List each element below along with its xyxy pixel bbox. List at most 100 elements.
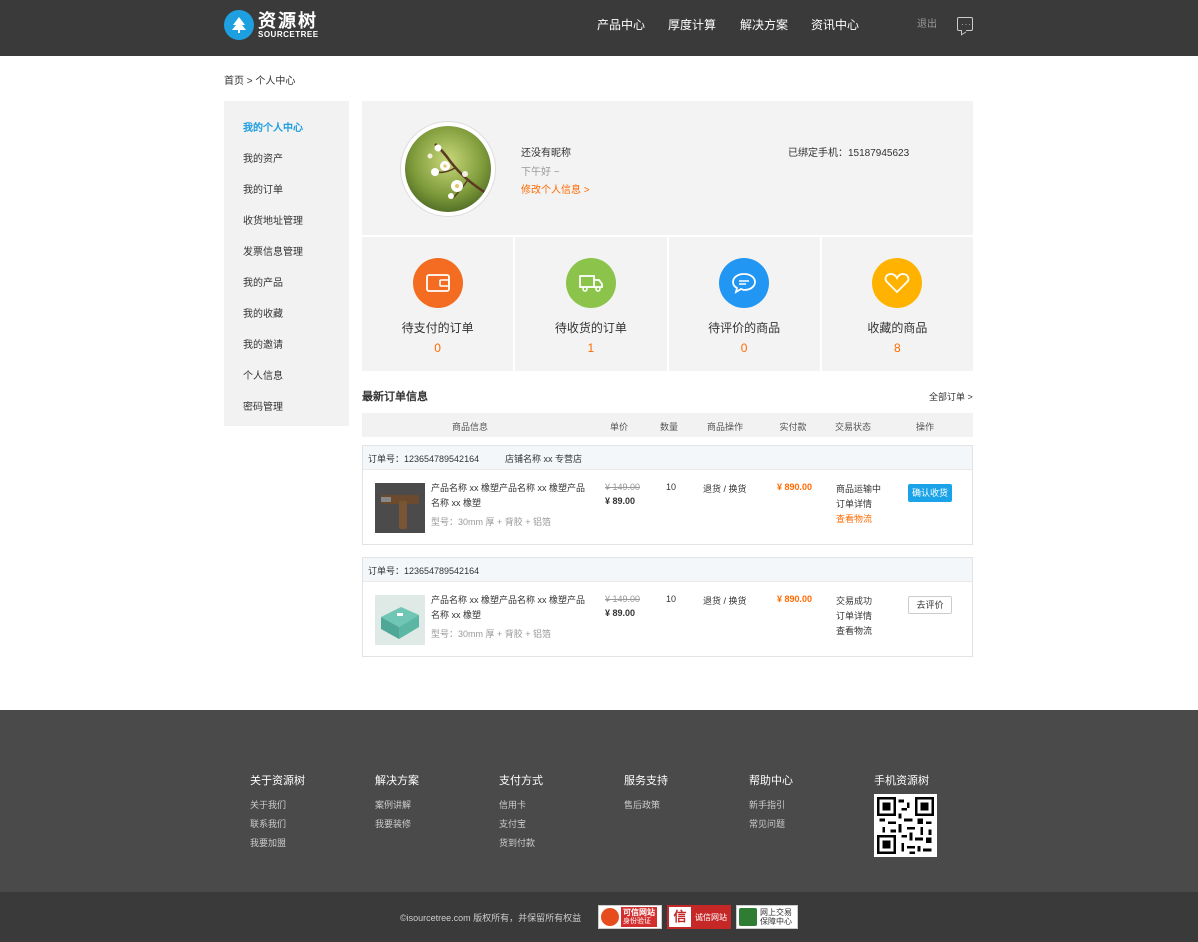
footer-link[interactable]: 案例讲解 — [375, 796, 419, 815]
confirm-receipt-button[interactable]: 确认收货 — [908, 484, 952, 502]
track-logistics-link[interactable]: 查看物流 — [836, 624, 872, 639]
profile-card: 还没有昵称 下午好 ~ 修改个人信息 > 已绑定手机：15187945623 — [362, 101, 973, 235]
order-status: 商品运输中 订单详情 查看物流 — [836, 482, 881, 527]
col-quantity: 数量 — [659, 422, 679, 432]
footer-link[interactable]: 支付宝 — [499, 815, 543, 834]
footer-link[interactable]: 我要加盟 — [250, 834, 305, 853]
stat-value: 8 — [894, 341, 901, 355]
col-paid: 实付款 — [779, 422, 807, 432]
order-stats: 待支付的订单 0 待收货的订单 1 待评价的商品 0 收藏的商品 8 — [362, 237, 973, 371]
footer-link[interactable]: 货到付款 — [499, 834, 543, 853]
trusted-site-logo-icon — [601, 908, 619, 926]
col-action: 操作 — [915, 422, 935, 432]
nav-solutions[interactable]: 解决方案 — [740, 0, 788, 56]
sidebar-item-invites[interactable]: 我的邀请 — [243, 336, 283, 351]
footer-link[interactable]: 我要装修 — [375, 815, 419, 834]
return-exchange-link[interactable]: 退货 / 换货 — [703, 482, 747, 495]
footer-col-title: 支付方式 — [499, 775, 543, 787]
trade-protection-badge[interactable]: 网上交易 保障中心 — [736, 905, 798, 929]
quantity: 10 — [666, 482, 677, 492]
message-icon[interactable]: ··· — [957, 17, 973, 31]
logout-link[interactable]: 退出 — [917, 0, 937, 50]
sidebar-item-address[interactable]: 收货地址管理 — [243, 212, 303, 227]
stat-value: 0 — [740, 341, 748, 355]
return-exchange-link[interactable]: 退货 / 换货 — [703, 594, 747, 607]
footer-col-title: 关于资源树 — [250, 775, 305, 787]
breadcrumb: 首页 > 个人中心 — [224, 76, 296, 87]
shop-name[interactable]: 店铺名称 xx 专营店 — [505, 452, 582, 465]
footer-link[interactable]: 联系我们 — [250, 815, 305, 834]
nickname: 还没有昵称 — [521, 148, 571, 159]
sidebar-item-password[interactable]: 密码管理 — [243, 398, 283, 413]
quantity: 10 — [666, 594, 677, 604]
footer-col-title: 帮助中心 — [749, 775, 793, 787]
footer-col-service: 服务支持 售后政策 — [624, 772, 668, 815]
badge-main: 诚信网站 — [695, 912, 727, 922]
review-button[interactable]: 去评价 — [908, 596, 952, 614]
bound-phone: 已绑定手机：15187945623 — [788, 148, 910, 159]
unit-price: ¥ 89.00 — [605, 608, 636, 618]
heart-icon — [872, 258, 923, 308]
copyright: ©isourcetree.com 版权所有，并保留所有权益 — [400, 913, 582, 923]
order-card: 订单号：123654789542164 店铺名称 xx 专营店 产品名称 xx … — [362, 445, 973, 545]
order-header: 订单号：123654789542164 店铺名称 xx 专营店 — [363, 446, 972, 470]
footer-col-about: 关于资源树 关于我们 联系我们 我要加盟 — [250, 772, 305, 853]
sidebar-item-invoice[interactable]: 发票信息管理 — [243, 243, 303, 258]
stat-label: 待收货的订单 — [554, 321, 627, 335]
all-orders-link[interactable]: 全部订单 > — [929, 390, 973, 403]
sidebar-item-assets[interactable]: 我的资产 — [243, 150, 283, 165]
sidebar-item-orders[interactable]: 我的订单 — [243, 181, 283, 196]
nav-thickness-calc[interactable]: 厚度计算 — [668, 0, 716, 56]
sidebar-item-personal-info[interactable]: 个人信息 — [243, 367, 283, 382]
col-unit-price: 单价 — [609, 422, 629, 432]
badge-sub: 身份验证 — [623, 918, 651, 925]
order-detail-link[interactable]: 订单详情 — [836, 609, 872, 624]
order-number: 订单号：123654789542164 — [368, 454, 480, 464]
integrity-site-badge[interactable]: 信 诚信网站 — [667, 905, 731, 929]
orders-table-header: 商品信息 单价 数量 商品操作 实付款 交易状态 操作 — [362, 413, 973, 437]
paid-amount: ¥ 890.00 — [777, 482, 813, 492]
col-status: 交易状态 — [834, 422, 872, 432]
sidebar-item-favorites[interactable]: 我的收藏 — [243, 305, 283, 320]
logo-cn-text: 资源树 — [258, 10, 318, 31]
nav-product-center[interactable]: 产品中心 — [597, 0, 645, 56]
footer-link[interactable]: 常见问题 — [749, 815, 793, 834]
footer-col-title: 解决方案 — [375, 775, 419, 787]
stat-pending-payment[interactable]: 待支付的订单 0 — [362, 237, 514, 371]
trade-protection-logo-icon — [739, 908, 757, 926]
stat-label: 待评价的商品 — [708, 321, 781, 335]
status-text: 商品运输中 — [836, 484, 882, 494]
footer-link[interactable]: 售后政策 — [624, 796, 668, 815]
original-price: ¥ 149.00 — [605, 594, 641, 604]
stat-pending-review[interactable]: 待评价的商品 0 — [668, 237, 820, 371]
greeting: 下午好 ~ — [521, 167, 560, 178]
product-name[interactable]: 产品名称 xx 橡塑产品名称 xx 橡塑产品名称 xx 橡塑 — [431, 593, 586, 623]
order-card: 订单号：123654789542164 产品名称 xx 橡塑产品名称 xx 橡塑… — [362, 557, 973, 657]
order-detail-link[interactable]: 订单详情 — [836, 497, 881, 512]
badge-main: 网上交易 — [760, 908, 792, 917]
trusted-site-badge[interactable]: 可信网站 身份验证 — [598, 905, 662, 929]
footer-link[interactable]: 关于我们 — [250, 796, 305, 815]
product-thumbnail[interactable] — [375, 483, 425, 533]
avatar[interactable] — [400, 121, 496, 217]
track-logistics-link[interactable]: 查看物流 — [836, 512, 881, 527]
sidebar-item-my-center[interactable]: 我的个人中心 — [243, 119, 303, 134]
sidebar-item-products[interactable]: 我的产品 — [243, 274, 283, 289]
nav-news-center[interactable]: 资讯中心 — [811, 0, 859, 56]
footer-col-title: 服务支持 — [624, 775, 668, 787]
footer-link[interactable]: 新手指引 — [749, 796, 793, 815]
stat-pending-delivery[interactable]: 待收货的订单 1 — [515, 237, 667, 371]
qr-code-icon — [874, 794, 937, 857]
site-logo[interactable]: 资源树 SOURCETREE — [224, 10, 319, 40]
product-spec: 型号：30mm 厚 + 背胶 + 铝箔 — [431, 629, 552, 639]
stat-favorites[interactable]: 收藏的商品 8 — [821, 237, 973, 371]
product-thumbnail[interactable] — [375, 595, 425, 645]
top-header: 资源树 SOURCETREE 产品中心 厚度计算 解决方案 资讯中心 退出 ··… — [0, 0, 1198, 56]
stat-label: 收藏的商品 — [867, 321, 928, 335]
logo-en-text: SOURCETREE — [258, 29, 319, 39]
product-name[interactable]: 产品名称 xx 橡塑产品名称 xx 橡塑产品名称 xx 橡塑 — [431, 481, 586, 511]
status-text: 交易成功 — [836, 596, 873, 606]
original-price: ¥ 149.00 — [605, 482, 641, 492]
edit-profile-link[interactable]: 修改个人信息 > — [521, 181, 590, 196]
footer-link[interactable]: 信用卡 — [499, 796, 543, 815]
